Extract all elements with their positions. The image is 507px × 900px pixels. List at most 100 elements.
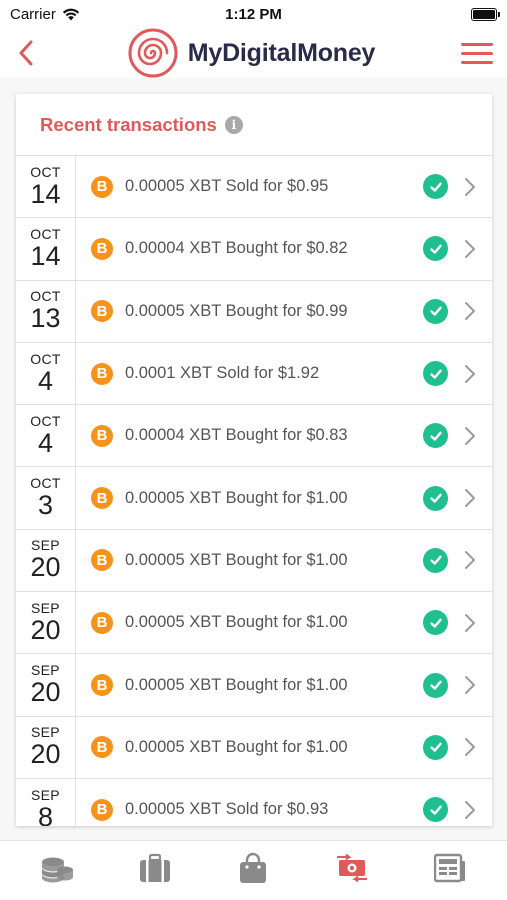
chevron-right-icon[interactable] bbox=[464, 800, 478, 820]
brand: MyDigitalMoney bbox=[128, 28, 375, 78]
transaction-body: B 0.00005 XBT Bought for $1.00 bbox=[76, 654, 492, 715]
back-button[interactable] bbox=[18, 33, 42, 73]
bitcoin-icon: B bbox=[91, 549, 113, 572]
transaction-month: SEP bbox=[31, 537, 60, 554]
check-circle-icon bbox=[423, 361, 448, 387]
transaction-list: OCT 14 B 0.00005 XBT Sold for $0.95 OCT … bbox=[16, 156, 492, 826]
chevron-right-icon[interactable] bbox=[464, 364, 478, 384]
transaction-date: SEP 20 bbox=[16, 592, 76, 654]
transaction-body: B 0.00005 XBT Bought for $0.99 bbox=[76, 281, 492, 342]
transaction-date: OCT 14 bbox=[16, 156, 76, 218]
transaction-day: 20 bbox=[30, 552, 61, 583]
transaction-row[interactable]: OCT 4 B 0.00004 XBT Bought for $0.83 bbox=[16, 405, 492, 468]
bitcoin-icon: B bbox=[91, 611, 113, 634]
check-circle-icon bbox=[423, 797, 448, 823]
info-icon[interactable]: i bbox=[224, 115, 243, 134]
coins-icon bbox=[40, 853, 74, 888]
transaction-month: OCT bbox=[30, 225, 61, 242]
transaction-date: SEP 20 bbox=[16, 716, 76, 778]
chevron-right-icon[interactable] bbox=[464, 675, 478, 695]
check-circle-icon bbox=[423, 547, 448, 573]
menu-button[interactable] bbox=[461, 33, 493, 73]
transaction-row[interactable]: OCT 13 B 0.00005 XBT Bought for $0.99 bbox=[16, 280, 492, 343]
transaction-description: 0.00004 XBT Bought for $0.82 bbox=[125, 239, 348, 258]
transaction-month: SEP bbox=[31, 599, 60, 616]
transaction-row[interactable]: OCT 3 B 0.00005 XBT Bought for $1.00 bbox=[16, 467, 492, 530]
transaction-date: OCT 4 bbox=[16, 405, 76, 467]
wifi-icon bbox=[62, 8, 79, 20]
transaction-day: 20 bbox=[30, 739, 61, 770]
transaction-row[interactable]: OCT 14 B 0.00005 XBT Sold for $0.95 bbox=[16, 156, 492, 219]
transaction-month: SEP bbox=[31, 662, 60, 679]
transaction-description: 0.00005 XBT Bought for $1.00 bbox=[125, 675, 348, 694]
exchange-icon bbox=[335, 853, 369, 887]
hamburger-line bbox=[461, 42, 493, 46]
transaction-day: 13 bbox=[30, 303, 61, 334]
transaction-row[interactable]: OCT 14 B 0.00004 XBT Bought for $0.82 bbox=[16, 218, 492, 281]
card-header: Recent transactions i bbox=[16, 94, 492, 156]
chevron-right-icon[interactable] bbox=[464, 177, 478, 197]
hamburger-line bbox=[461, 60, 493, 64]
transaction-body: B 0.00004 XBT Bought for $0.82 bbox=[76, 218, 492, 279]
transaction-description: 0.00005 XBT Sold for $0.95 bbox=[125, 177, 329, 196]
transaction-date: OCT 4 bbox=[16, 342, 76, 405]
check-circle-icon bbox=[423, 485, 448, 511]
transaction-month: SEP bbox=[31, 724, 60, 741]
chevron-right-icon[interactable] bbox=[464, 613, 478, 633]
bitcoin-icon: B bbox=[91, 674, 113, 697]
transaction-date: SEP 20 bbox=[16, 529, 76, 592]
transaction-body: B 0.00005 XBT Bought for $1.00 bbox=[76, 592, 492, 653]
transaction-date: OCT 13 bbox=[16, 280, 76, 342]
transaction-row[interactable]: SEP 20 B 0.00005 XBT Bought for $1.00 bbox=[16, 716, 492, 779]
tab-coins[interactable] bbox=[27, 846, 87, 896]
transaction-body: B 0.00005 XBT Sold for $0.93 bbox=[76, 779, 492, 826]
transaction-month: OCT bbox=[30, 288, 61, 305]
transaction-day: 4 bbox=[37, 365, 54, 396]
transaction-body: B 0.0001 XBT Sold for $1.92 bbox=[76, 343, 492, 404]
briefcase-icon bbox=[139, 853, 171, 888]
transaction-day: 20 bbox=[30, 614, 61, 645]
transaction-date: SEP 20 bbox=[16, 654, 76, 716]
tab-ledger[interactable] bbox=[420, 846, 480, 896]
check-circle-icon bbox=[423, 672, 448, 698]
check-circle-icon bbox=[423, 174, 448, 200]
bitcoin-icon: B bbox=[91, 175, 113, 198]
status-bar: Carrier 1:12 PM bbox=[0, 0, 507, 28]
transaction-month: SEP bbox=[31, 786, 60, 803]
check-circle-icon bbox=[423, 610, 448, 636]
chevron-right-icon[interactable] bbox=[464, 737, 478, 757]
tab-exchange[interactable] bbox=[322, 846, 382, 896]
transaction-date: OCT 3 bbox=[16, 467, 76, 529]
check-circle-icon bbox=[423, 298, 448, 324]
transaction-description: 0.00005 XBT Bought for $1.00 bbox=[125, 737, 348, 756]
transaction-row[interactable]: SEP 20 B 0.00005 XBT Bought for $1.00 bbox=[16, 529, 492, 593]
transaction-description: 0.00005 XBT Bought for $1.00 bbox=[125, 488, 348, 507]
card-title: Recent transactions bbox=[40, 113, 217, 135]
chevron-right-icon[interactable] bbox=[464, 488, 478, 508]
transaction-body: B 0.00005 XBT Bought for $1.00 bbox=[76, 530, 492, 591]
battery-icon bbox=[471, 7, 500, 21]
tab-briefcase[interactable] bbox=[125, 846, 185, 896]
shopping-bag-icon bbox=[238, 852, 268, 889]
transaction-day: 20 bbox=[30, 677, 61, 708]
transaction-row[interactable]: SEP 20 B 0.00005 XBT Bought for $1.00 bbox=[16, 592, 492, 655]
tab-shopping-bag[interactable] bbox=[223, 846, 283, 896]
transaction-date: SEP 8 bbox=[16, 778, 76, 826]
transaction-day: 14 bbox=[30, 178, 61, 209]
transaction-body: B 0.00005 XBT Bought for $1.00 bbox=[76, 717, 492, 778]
chevron-right-icon[interactable] bbox=[464, 426, 478, 446]
transaction-row[interactable]: SEP 8 B 0.00005 XBT Sold for $0.93 bbox=[16, 778, 492, 826]
transaction-row[interactable]: OCT 4 B 0.0001 XBT Sold for $1.92 bbox=[16, 342, 492, 406]
chevron-right-icon[interactable] bbox=[464, 239, 478, 259]
transaction-description: 0.00005 XBT Sold for $0.93 bbox=[125, 800, 329, 819]
check-circle-icon bbox=[423, 236, 448, 262]
transaction-month: OCT bbox=[30, 475, 61, 492]
bitcoin-icon: B bbox=[91, 424, 113, 447]
transaction-row[interactable]: SEP 20 B 0.00005 XBT Bought for $1.00 bbox=[16, 654, 492, 717]
transaction-month: OCT bbox=[30, 163, 61, 180]
transaction-day: 4 bbox=[37, 427, 54, 458]
chevron-right-icon[interactable] bbox=[464, 550, 478, 570]
chevron-right-icon[interactable] bbox=[464, 301, 478, 321]
bitcoin-icon: B bbox=[91, 237, 113, 260]
hamburger-line bbox=[461, 51, 493, 55]
